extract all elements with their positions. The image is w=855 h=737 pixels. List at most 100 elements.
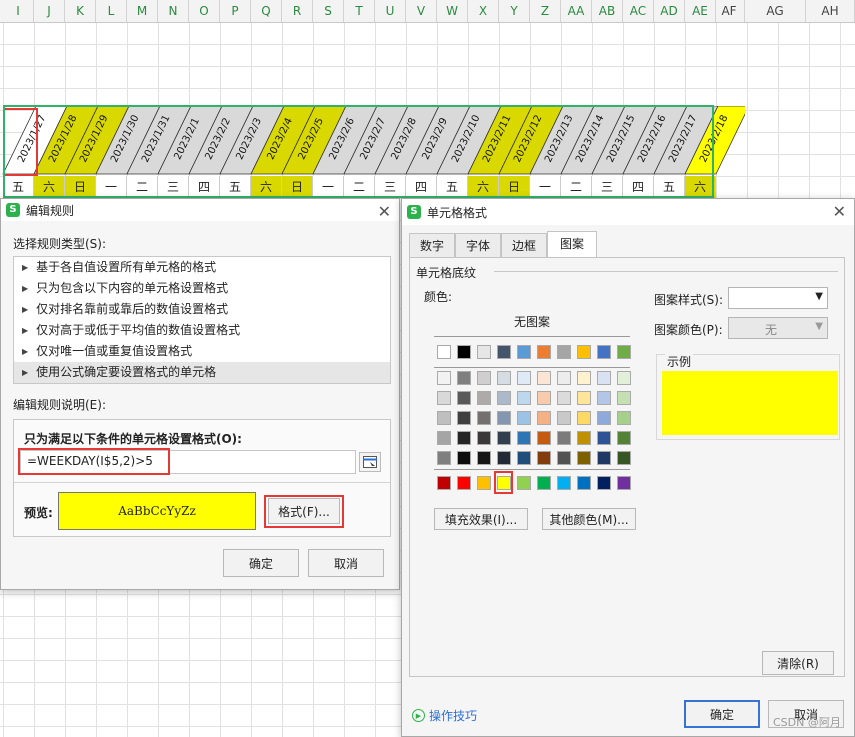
more-colors-button[interactable]: 其他颜色(M)... bbox=[542, 508, 636, 530]
theme-color-swatch[interactable] bbox=[597, 345, 611, 359]
close-icon[interactable]: ✕ bbox=[378, 202, 391, 221]
shade-color-swatch[interactable] bbox=[497, 391, 511, 405]
rule-type-item[interactable]: ▶ 仅对高于或低于平均值的数值设置格式 bbox=[14, 320, 390, 341]
shade-color-swatch[interactable] bbox=[517, 411, 531, 425]
column-header-V[interactable]: V bbox=[406, 0, 437, 22]
shade-color-swatch[interactable] bbox=[457, 431, 471, 445]
column-header-O[interactable]: O bbox=[189, 0, 220, 22]
shade-color-swatch[interactable] bbox=[437, 451, 451, 465]
shade-color-swatch[interactable] bbox=[597, 371, 611, 385]
standard-color-swatch[interactable] bbox=[597, 476, 611, 490]
shade-color-swatch[interactable] bbox=[537, 411, 551, 425]
shade-color-swatch[interactable] bbox=[437, 391, 451, 405]
shade-color-swatch[interactable] bbox=[577, 451, 591, 465]
column-header-I[interactable]: I bbox=[3, 0, 34, 22]
shade-color-swatch[interactable] bbox=[517, 391, 531, 405]
shade-color-swatch[interactable] bbox=[597, 451, 611, 465]
shade-color-swatch[interactable] bbox=[497, 451, 511, 465]
column-header-W[interactable]: W bbox=[437, 0, 468, 22]
shade-color-swatch[interactable] bbox=[497, 411, 511, 425]
standard-color-swatch[interactable] bbox=[577, 476, 591, 490]
standard-color-swatch[interactable] bbox=[437, 476, 451, 490]
shade-color-swatch[interactable] bbox=[477, 431, 491, 445]
shade-color-swatch[interactable] bbox=[437, 431, 451, 445]
shade-color-swatch[interactable] bbox=[557, 391, 571, 405]
column-header-Y[interactable]: Y bbox=[499, 0, 530, 22]
theme-color-swatch[interactable] bbox=[537, 345, 551, 359]
shade-color-swatch[interactable] bbox=[457, 451, 471, 465]
standard-color-swatch[interactable] bbox=[617, 476, 631, 490]
standard-color-swatch[interactable] bbox=[497, 476, 511, 490]
format-cells-titlebar[interactable]: S 单元格格式 ✕ bbox=[402, 199, 854, 225]
standard-color-swatch[interactable] bbox=[477, 476, 491, 490]
theme-color-swatch[interactable] bbox=[477, 345, 491, 359]
shade-color-swatch[interactable] bbox=[537, 431, 551, 445]
shade-color-swatch[interactable] bbox=[597, 391, 611, 405]
shade-color-swatch[interactable] bbox=[557, 431, 571, 445]
column-header-T[interactable]: T bbox=[344, 0, 375, 22]
tab-font[interactable]: 字体 bbox=[455, 233, 501, 257]
shade-color-swatch[interactable] bbox=[577, 371, 591, 385]
shade-color-swatch[interactable] bbox=[597, 411, 611, 425]
theme-color-swatch[interactable] bbox=[437, 345, 451, 359]
cancel-button[interactable]: 取消 bbox=[308, 549, 384, 577]
column-header-AF[interactable]: AF bbox=[714, 0, 745, 22]
column-header-P[interactable]: P bbox=[220, 0, 251, 22]
column-header-Q[interactable]: Q bbox=[251, 0, 282, 22]
standard-color-swatch[interactable] bbox=[517, 476, 531, 490]
tab-pattern[interactable]: 图案 bbox=[547, 231, 597, 257]
shade-color-swatch[interactable] bbox=[557, 371, 571, 385]
column-header-AG[interactable]: AG bbox=[745, 0, 806, 22]
standard-color-swatch[interactable] bbox=[557, 476, 571, 490]
column-header-J[interactable]: J bbox=[34, 0, 65, 22]
ok-button[interactable]: 确定 bbox=[223, 549, 299, 577]
shade-color-swatch[interactable] bbox=[537, 451, 551, 465]
shade-color-swatch[interactable] bbox=[437, 371, 451, 385]
shade-color-swatch[interactable] bbox=[617, 431, 631, 445]
theme-color-swatch[interactable] bbox=[517, 345, 531, 359]
shade-color-swatch[interactable] bbox=[517, 371, 531, 385]
clear-button[interactable]: 清除(R) bbox=[762, 651, 834, 675]
standard-color-swatch[interactable] bbox=[457, 476, 471, 490]
shade-color-swatch[interactable] bbox=[457, 411, 471, 425]
shade-color-swatch[interactable] bbox=[617, 451, 631, 465]
column-header-AC[interactable]: AC bbox=[623, 0, 654, 22]
column-header-AH[interactable]: AH bbox=[806, 0, 855, 22]
tab-number[interactable]: 数字 bbox=[409, 233, 455, 257]
column-header-K[interactable]: K bbox=[65, 0, 96, 22]
theme-color-swatch[interactable] bbox=[617, 345, 631, 359]
theme-color-swatch[interactable] bbox=[577, 345, 591, 359]
theme-color-swatch[interactable] bbox=[497, 345, 511, 359]
shade-color-swatch[interactable] bbox=[517, 451, 531, 465]
shade-color-swatch[interactable] bbox=[477, 371, 491, 385]
standard-color-swatch[interactable] bbox=[537, 476, 551, 490]
column-header-Z[interactable]: Z bbox=[530, 0, 561, 22]
pattern-style-dropdown[interactable]: ▼ bbox=[728, 287, 828, 309]
shade-color-swatch[interactable] bbox=[457, 391, 471, 405]
tips-link[interactable]: ▶ 操作技巧 bbox=[412, 707, 477, 724]
tab-border[interactable]: 边框 bbox=[501, 233, 547, 257]
column-header-AB[interactable]: AB bbox=[592, 0, 623, 22]
shade-color-swatch[interactable] bbox=[537, 391, 551, 405]
edit-rule-titlebar[interactable]: S 编辑规则 ✕ bbox=[1, 199, 399, 221]
shade-color-swatch[interactable] bbox=[517, 431, 531, 445]
formula-input[interactable]: =WEEKDAY(I$5,2)>5 bbox=[20, 450, 356, 474]
rule-type-item[interactable]: ▶ 基于各自值设置所有单元格的格式 bbox=[14, 257, 390, 278]
pattern-color-dropdown[interactable]: 无 ▼ bbox=[728, 317, 828, 339]
fill-effects-button[interactable]: 填充效果(I)... bbox=[434, 508, 528, 530]
column-header-U[interactable]: U bbox=[375, 0, 406, 22]
column-header-N[interactable]: N bbox=[158, 0, 189, 22]
theme-color-swatch[interactable] bbox=[457, 345, 471, 359]
shade-color-swatch[interactable] bbox=[617, 371, 631, 385]
column-header-AA[interactable]: AA bbox=[561, 0, 592, 22]
ok-button[interactable]: 确定 bbox=[684, 700, 760, 728]
range-select-button[interactable] bbox=[359, 452, 381, 472]
column-header-AE[interactable]: AE bbox=[685, 0, 716, 22]
shade-color-swatch[interactable] bbox=[577, 391, 591, 405]
rule-type-item[interactable]: ▶ 使用公式确定要设置格式的单元格 bbox=[14, 362, 390, 383]
color-palette[interactable] bbox=[410, 258, 650, 508]
shade-color-swatch[interactable] bbox=[477, 391, 491, 405]
theme-color-swatch[interactable] bbox=[557, 345, 571, 359]
active-cell[interactable] bbox=[3, 108, 38, 176]
column-header-AD[interactable]: AD bbox=[654, 0, 685, 22]
